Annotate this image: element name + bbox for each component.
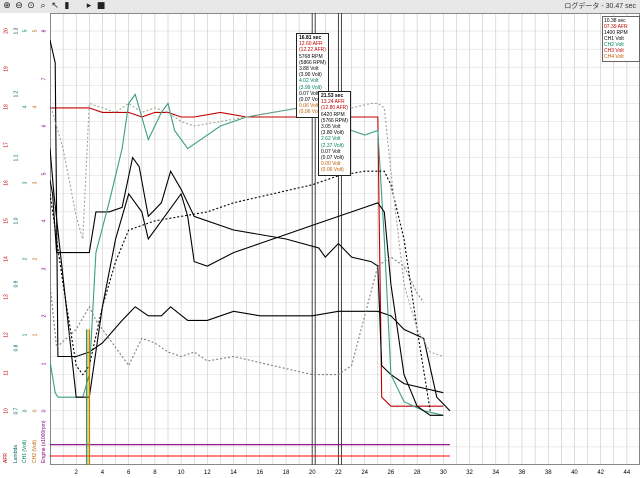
readout-line: 5768 RPM <box>299 53 323 60</box>
y-axis-label: AFR <box>3 453 9 463</box>
zoom-in-icon[interactable]: ⊕ <box>2 1 12 11</box>
y-tick-label: 1 <box>41 362 48 365</box>
play-icon[interactable]: ▸ <box>84 1 94 11</box>
y-tick-label: 12 <box>3 332 10 338</box>
y-tick-label: 4 <box>32 105 38 109</box>
x-tick-label: 24 <box>361 470 368 476</box>
x-tick-label: 4 <box>101 470 105 476</box>
x-tick-label: 34 <box>492 470 499 476</box>
y-tick-label: 1.3 <box>13 27 19 35</box>
x-tick-label: 20 <box>309 470 316 476</box>
stop-icon[interactable]: ■ <box>96 1 106 11</box>
y-tick-label: 1.2 <box>13 90 19 98</box>
y-tick-label: 18 <box>3 104 10 110</box>
x-tick-label: 28 <box>414 470 421 476</box>
y-tick-label: 1.0 <box>13 217 19 225</box>
y-tick-label: 5 <box>41 172 48 175</box>
series-line <box>50 256 425 376</box>
y-axes-panel: 10 11 12 13 14 15 16 17 18 19 20 AFR 0.7 0.8 0.9 1.0 1.1… <box>0 13 51 465</box>
y-tick-label: 14 <box>3 256 10 262</box>
y-tick-label: 2 <box>41 314 48 318</box>
y-tick-label: 5 <box>32 29 38 33</box>
y-tick-label: 0 <box>41 409 48 413</box>
readout-line: (12.22 AFR) <box>299 47 326 54</box>
y-axis-column: 0 1 2 3 4 5 6 7 8 Engine (x1000rpm) <box>40 13 49 465</box>
zoom-out-icon[interactable]: ⊖ <box>14 1 24 11</box>
y-tick-label: 10 <box>3 408 10 414</box>
y-tick-label: 1.1 <box>13 154 19 162</box>
y-tick-label: 0.7 <box>13 407 19 415</box>
y-axis-column: 0 1 2 3 4 5 CH2 (Volt) <box>31 13 40 465</box>
y-tick-label: 17 <box>3 142 10 148</box>
y-tick-label: 2 <box>32 257 38 261</box>
chart-plot-area[interactable]: 2 4 6 8 10 12 14 16 18 20 22 24 26 28 30 32 34 36 38 40 42 44 <box>50 13 640 478</box>
readout-line: (12.80 AFR) <box>321 105 348 112</box>
y-axis-column: 0 1 2 3 4 5 CH1 (Volt) <box>21 13 30 465</box>
y-tick-label: 7 <box>41 77 48 80</box>
y-tick-label: 0.8 <box>13 344 19 352</box>
legend: 10.38 sec 07.39 AFR 1400 RPM CH1 Volt CH2 V… <box>602 16 640 62</box>
x-tick-label: 38 <box>545 470 552 476</box>
zoom-box-icon[interactable]: ⌕ <box>38 1 48 11</box>
x-tick-label: 36 <box>519 470 526 476</box>
y-tick-label: 0 <box>32 409 38 413</box>
y-axis-label: CH2 (Volt) <box>31 439 38 463</box>
x-tick-label: 26 <box>388 470 395 476</box>
marker-icon[interactable]: ▮ <box>62 1 72 11</box>
cursor-icon[interactable]: ↖ <box>50 1 60 11</box>
y-tick-label: 11 <box>3 370 10 376</box>
readout-line: (2.37 Volt) <box>321 142 344 149</box>
plot-border <box>50 13 640 465</box>
cursor-readout-2: 21.53 sec 13.24 AFR (12.80 AFR) 6420 RPM (57… <box>318 91 351 176</box>
window-title: ログデータ - 30.47 sec <box>564 3 636 10</box>
y-tick-label: 6 <box>41 124 48 128</box>
series-line <box>50 170 431 411</box>
x-tick-label: 42 <box>597 470 604 476</box>
x-tick-label: 30 <box>440 470 447 476</box>
x-tick-label: 32 <box>466 470 473 476</box>
y-tick-label: 16 <box>3 180 10 186</box>
y-tick-label: 0 <box>22 409 29 413</box>
y-axis-column: 0.7 0.8 0.9 1.0 1.1 1.2 1.3 Lambda <box>12 13 21 465</box>
x-tick-label: 14 <box>230 470 237 476</box>
readout-line: (3.99 Volt) <box>299 84 322 91</box>
y-tick-label: 5 <box>22 29 29 33</box>
y-tick-label: 3 <box>32 181 38 185</box>
x-tick-label: 8 <box>153 470 157 476</box>
toolbar: ⊕ ⊖ ⊙ ⌕ ↖ ▮ ▸ ■ ログデータ - 30.47 sec <box>0 0 640 14</box>
y-axis-label: CH1 (Volt) <box>22 439 28 463</box>
y-tick-label: 0.9 <box>13 280 19 288</box>
x-tick-label: 2 <box>75 470 79 476</box>
y-tick-label: 13 <box>3 294 10 300</box>
y-tick-label: 20 <box>3 28 10 34</box>
y-tick-label: 8 <box>41 29 48 33</box>
zoom-reset-icon[interactable]: ⊙ <box>26 1 36 11</box>
y-axis-label: Lambda <box>12 444 19 463</box>
x-tick-label: 44 <box>624 470 631 476</box>
readout-line: 6420 RPM <box>321 111 345 118</box>
y-tick-label: 1 <box>32 333 38 337</box>
x-tick-label: 12 <box>204 470 211 476</box>
x-tick-label: 6 <box>127 470 131 476</box>
x-tick-label: 22 <box>335 470 342 476</box>
y-tick-label: 3 <box>22 181 29 185</box>
y-tick-label: 2 <box>22 257 29 261</box>
y-tick-label: 15 <box>3 218 10 224</box>
x-tick-label: 40 <box>571 470 578 476</box>
y-axis-label: Engine (x1000rpm) <box>41 420 47 463</box>
y-axis-column: 10 11 12 13 14 15 16 17 18 19 20 AFR <box>2 13 11 465</box>
x-tick-label: 16 <box>256 470 263 476</box>
x-tick-label: 10 <box>178 470 185 476</box>
y-tick-label: 19 <box>3 66 10 72</box>
x-tick-label: 18 <box>283 470 290 476</box>
y-tick-label: 3 <box>41 267 48 270</box>
legend-item: CH4 Volt <box>604 54 624 60</box>
y-tick-label: 4 <box>41 219 48 223</box>
y-tick-label: 1 <box>22 333 29 337</box>
y-tick-label: 4 <box>22 105 29 109</box>
readout-line: (0.06 Volt) <box>321 167 344 174</box>
